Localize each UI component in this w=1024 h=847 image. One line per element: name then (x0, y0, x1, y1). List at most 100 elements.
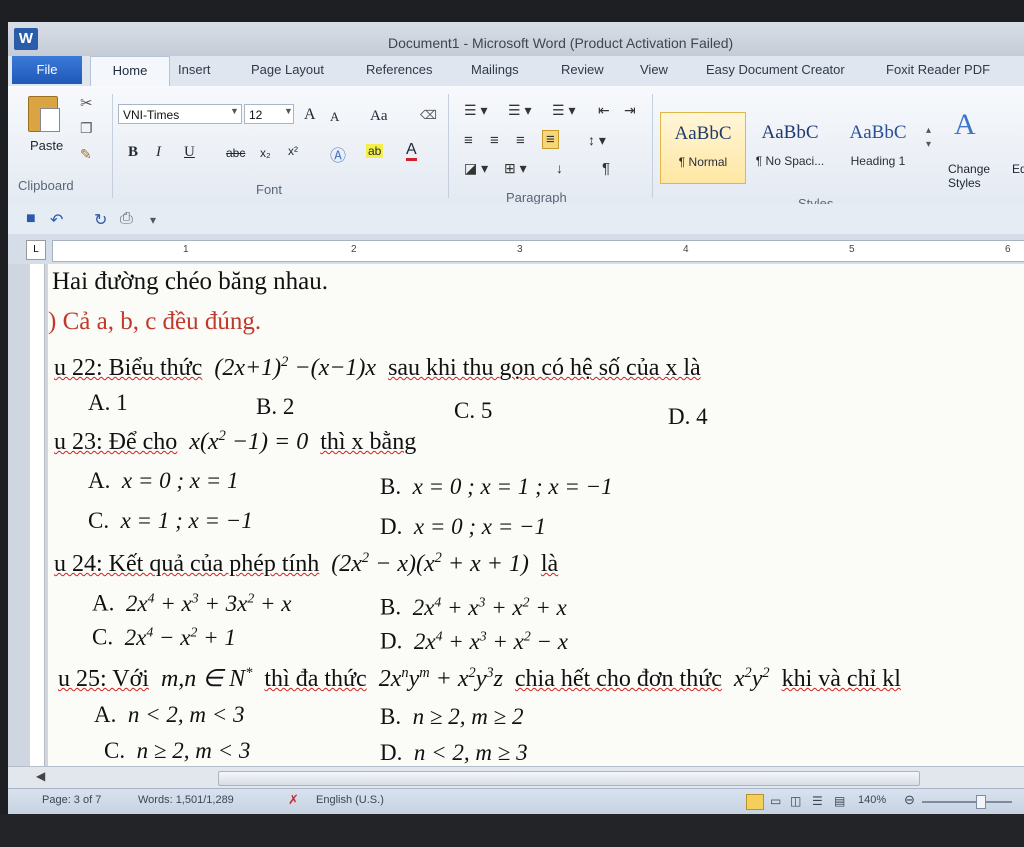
align-right-icon[interactable]: ≡ (516, 132, 525, 149)
align-center-icon[interactable]: ≡ (490, 132, 499, 149)
paste-button[interactable]: Paste (22, 94, 64, 164)
outline-view-icon[interactable]: ☰ (812, 794, 823, 808)
shading-icon[interactable]: ◪ ▾ (464, 160, 488, 177)
page-indicator[interactable]: Page: 3 of 7 (42, 794, 101, 806)
answer-letter: B. (380, 474, 402, 499)
answer-letter: A. (94, 702, 117, 727)
vertical-ruler[interactable] (30, 264, 45, 766)
multilevel-list-icon[interactable]: ☰ ▾ (552, 102, 575, 119)
question-mid: chia hết cho đơn thức (514, 666, 722, 692)
horizontal-ruler[interactable]: 1 2 3 4 5 6 (52, 240, 1024, 262)
monitor-bezel (0, 814, 1024, 847)
tab-foxit-reader-pdf[interactable]: Foxit Reader PDF (886, 62, 990, 77)
tab-file[interactable]: File (12, 56, 82, 84)
word-window: W Document1 - Microsoft Word (Product Ac… (0, 0, 1024, 847)
font-family-select[interactable]: VNI-Times (118, 104, 242, 124)
style-sample: AaBbC (849, 122, 907, 143)
tab-easy-document-creator[interactable]: Easy Document Creator (706, 62, 845, 77)
numbering-icon[interactable]: ☰ ▾ (508, 102, 531, 119)
grow-font-button[interactable]: A (304, 106, 316, 124)
justify-icon[interactable]: ≡ (542, 130, 559, 149)
sort-icon[interactable]: ↓ (556, 160, 563, 176)
tab-mailings[interactable]: Mailings (471, 62, 519, 77)
highlight-button[interactable]: ab (366, 144, 384, 158)
redo-icon[interactable]: ↻ (94, 210, 107, 230)
underline-button[interactable]: U (184, 144, 195, 161)
format-painter-icon[interactable]: ✎ (80, 146, 92, 163)
math-expression: x = 0 ; x = 1 ; x = −1 (406, 474, 613, 499)
clear-formatting-icon[interactable]: ⌫ (420, 108, 437, 122)
answer-letter: A. (92, 590, 115, 616)
proofing-icon[interactable]: ✗ (288, 792, 299, 808)
math-expression: n < 2, m ≥ 3 (408, 740, 528, 765)
change-styles-button[interactable]: Change Styles (948, 162, 1008, 190)
tab-references[interactable]: References (366, 62, 432, 77)
math-expression: n < 2, m < 3 (122, 702, 245, 727)
language-indicator[interactable]: English (U.S.) (316, 794, 384, 806)
line-spacing-icon[interactable]: ↕ ▾ (588, 132, 606, 149)
tab-selector[interactable]: L (26, 240, 46, 260)
print-layout-view-icon[interactable] (746, 794, 764, 810)
tab-view[interactable]: View (640, 62, 668, 77)
answer-b: B. 2 (256, 394, 295, 419)
decrease-indent-icon[interactable]: ⇤ (598, 102, 610, 119)
editing-button[interactable]: Ed (1012, 162, 1024, 176)
math-expression: 2xnym + x2y3z (372, 665, 509, 692)
zoom-slider[interactable] (922, 801, 1012, 803)
change-case-button[interactable]: Aa (370, 108, 388, 125)
math-expression: n ≥ 2, m ≥ 2 (406, 704, 524, 729)
zoom-slider-thumb[interactable] (976, 795, 986, 809)
text-effects-icon[interactable]: Ⓐ (330, 142, 346, 166)
title-bar: W Document1 - Microsoft Word (Product Ac… (8, 22, 1024, 56)
superscript-button[interactable]: x² (288, 144, 298, 158)
answer-d: D. 2x4 + x3 + x2 − x (380, 628, 568, 655)
font-color-button[interactable]: A (406, 142, 417, 161)
word-app-icon[interactable]: W (14, 28, 38, 50)
answer-c: C. 2x4 − x2 + 1 (92, 624, 236, 651)
answer-b: B. x = 0 ; x = 1 ; x = −1 (380, 474, 613, 500)
paste-label: Paste (30, 138, 64, 153)
paste-icon-sheet (40, 108, 60, 132)
full-screen-view-icon[interactable]: ▭ (770, 794, 781, 808)
show-formatting-button[interactable]: ¶ (602, 160, 610, 177)
ruler-number: 1 (183, 244, 189, 255)
print-preview-icon[interactable]: ⎙ (120, 210, 133, 228)
styles-scroll-icon[interactable]: ▴ ▾ (926, 124, 931, 152)
tab-page-layout[interactable]: Page Layout (251, 62, 324, 77)
answer-letter: D. (380, 740, 403, 765)
tab-insert[interactable]: Insert (178, 62, 211, 77)
cut-icon[interactable]: ✂ (80, 94, 93, 112)
strikethrough-button[interactable]: abc (226, 146, 245, 160)
italic-button[interactable]: I (156, 144, 161, 161)
question-suffix: sau khi thu gọn có hệ số của x là (388, 355, 701, 381)
web-layout-icon[interactable]: ◫ (790, 794, 801, 808)
bullets-icon[interactable]: ☰ ▾ (464, 102, 487, 119)
scroll-left-icon[interactable]: ◀ (36, 769, 45, 783)
document-page[interactable]: Hai đường chéo băng nhau. ) Cả a, b, c đ… (48, 264, 1024, 766)
zoom-out-icon[interactable]: ⊖ (904, 792, 915, 808)
tab-review[interactable]: Review (561, 62, 604, 77)
word-count[interactable]: Words: 1,501/1,289 (138, 794, 234, 806)
style-no-spacing[interactable]: AaBbC ¶ No Spaci... (748, 112, 832, 182)
zoom-level[interactable]: 140% (858, 794, 886, 806)
align-left-icon[interactable]: ≡ (464, 132, 473, 149)
horizontal-scrollbar[interactable]: ◀ (8, 766, 1024, 789)
borders-icon[interactable]: ⊞ ▾ (504, 160, 527, 177)
undo-icon[interactable]: ↶ (50, 210, 63, 230)
save-icon[interactable]: ■ (26, 210, 36, 228)
scroll-thumb[interactable] (218, 771, 920, 786)
bold-button[interactable]: B (128, 144, 138, 161)
style-normal[interactable]: AaBbC ¶ Normal (660, 112, 746, 184)
copy-icon[interactable]: ❐ (80, 120, 93, 137)
style-heading-1[interactable]: AaBbC Heading 1 (836, 112, 920, 182)
customize-qat-icon[interactable]: ▾ (150, 213, 156, 227)
ruler-area: L 1 2 3 4 5 6 (8, 234, 1024, 264)
subscript-button[interactable]: x₂ (260, 146, 271, 160)
answer-letter: B. (380, 594, 402, 620)
chevron-down-icon: ▼ (230, 106, 239, 116)
answer-letter: B. (380, 704, 402, 729)
tab-home[interactable]: Home (90, 56, 170, 87)
draft-view-icon[interactable]: ▤ (834, 794, 845, 808)
increase-indent-icon[interactable]: ⇥ (624, 102, 636, 119)
shrink-font-button[interactable]: A (330, 109, 339, 125)
